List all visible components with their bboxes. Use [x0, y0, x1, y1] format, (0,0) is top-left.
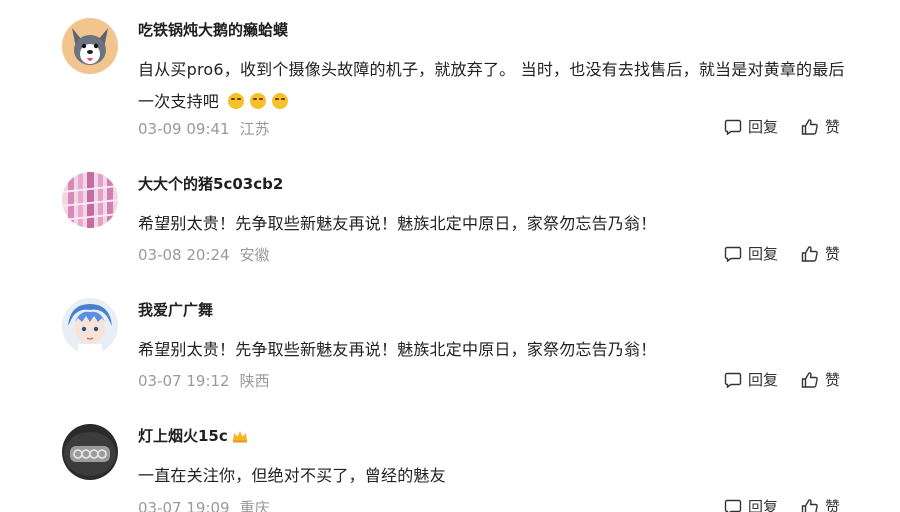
reply-button[interactable]: 回复	[724, 243, 778, 264]
comment-body: 希望别太贵！先争取些新魅友再说！魅族北定中原日，家祭勿忘告乃翁！	[138, 340, 657, 359]
username[interactable]: 我爱广广舞	[138, 300, 213, 320]
username[interactable]: 大大个的猪5c03cb2	[138, 174, 283, 194]
comment-meta: 03-08 20:24 安徽	[138, 244, 270, 265]
thumbs-up-icon	[801, 245, 818, 262]
comment-text: 一直在关注你，但绝对不买了，曾经的魅友	[138, 460, 858, 492]
reply-button[interactable]: 回复	[724, 369, 778, 390]
comment-location: 陕西	[239, 372, 270, 390]
comment-list: 吃铁锅炖大鹅的癞蛤蟆 自从买pro6，收到个摄像头故障的机子，就放弃了。 当时，…	[0, 0, 900, 512]
reply-button[interactable]: 回复	[724, 496, 778, 512]
comment-text: 自从买pro6，收到个摄像头故障的机子，就放弃了。 当时，也没有去找售后，就当是…	[138, 54, 858, 118]
like-label: 赞	[825, 498, 841, 512]
thumbs-up-icon	[801, 371, 818, 388]
comment-meta: 03-07 19:09 重庆	[138, 497, 270, 512]
comment-location: 江苏	[239, 120, 270, 138]
comment-text: 希望别太贵！先争取些新魅友再说！魅族北定中原日，家祭勿忘告乃翁！	[138, 334, 858, 366]
like-button[interactable]: 赞	[801, 369, 840, 390]
comment-bubble-icon	[724, 372, 742, 388]
crown-badge-icon	[232, 428, 248, 448]
like-label: 赞	[825, 371, 841, 389]
husky-dog-avatar[interactable]	[62, 18, 118, 74]
username[interactable]: 吃铁锅炖大鹅的癞蛤蟆	[138, 20, 288, 40]
anime-boy-avatar[interactable]	[62, 298, 118, 354]
comment-time: 03-08 20:24	[138, 246, 230, 264]
comment-location: 安徽	[239, 246, 270, 264]
pink-pattern-avatar[interactable]	[62, 172, 118, 228]
comment-bubble-icon	[724, 246, 742, 262]
reply-button[interactable]: 回复	[724, 116, 778, 137]
reply-label: 回复	[748, 371, 779, 389]
audi-steering-wheel-avatar[interactable]	[62, 424, 118, 480]
like-button[interactable]: 赞	[801, 496, 840, 512]
comment-body: 希望别太贵！先争取些新魅友再说！魅族北定中原日，家祭勿忘告乃翁！	[138, 214, 657, 233]
rofl-emoji-icon	[272, 93, 289, 109]
username-text: 灯上烟火15c	[138, 427, 228, 445]
reply-label: 回复	[748, 118, 779, 136]
reply-label: 回复	[748, 245, 779, 263]
comment-time: 03-07 19:09	[138, 499, 230, 512]
like-button[interactable]: 赞	[801, 243, 840, 264]
comment-bubble-icon	[724, 119, 742, 135]
comment-meta: 03-07 19:12 陕西	[138, 370, 270, 391]
like-label: 赞	[825, 118, 841, 136]
reply-label: 回复	[748, 498, 779, 512]
thumbs-up-icon	[801, 498, 818, 512]
comment-meta: 03-09 09:41 江苏	[138, 118, 270, 139]
thumbs-up-icon	[801, 118, 818, 135]
rofl-emoji-icon	[250, 93, 267, 109]
comment-time: 03-09 09:41	[138, 120, 230, 138]
comment-bubble-icon	[724, 499, 742, 512]
comment-time: 03-07 19:12	[138, 372, 230, 390]
rofl-emoji-icon	[228, 93, 245, 109]
username[interactable]: 灯上烟火15c	[138, 426, 248, 448]
comment-body: 自从买pro6，收到个摄像头故障的机子，就放弃了。 当时，也没有去找售后，就当是…	[138, 60, 845, 111]
comment-text: 希望别太贵！先争取些新魅友再说！魅族北定中原日，家祭勿忘告乃翁！	[138, 208, 858, 240]
like-button[interactable]: 赞	[801, 116, 840, 137]
comment-location: 重庆	[239, 499, 270, 512]
like-label: 赞	[825, 245, 841, 263]
comment-body: 一直在关注你，但绝对不买了，曾经的魅友	[138, 466, 446, 485]
